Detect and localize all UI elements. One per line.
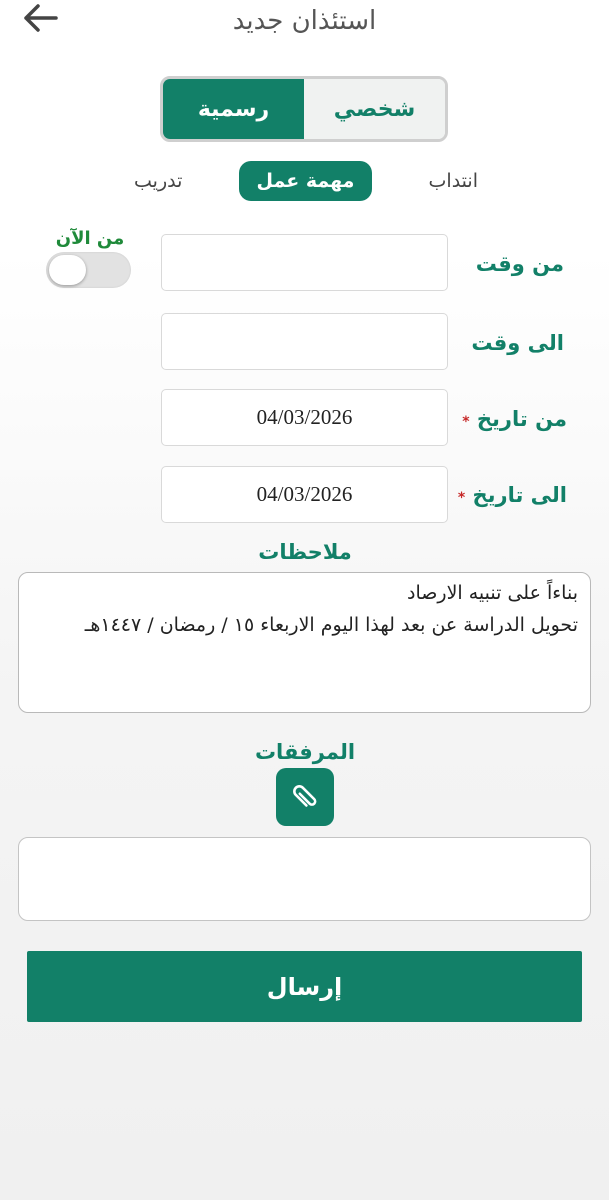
to-date-label: الى تاريخ * <box>458 483 567 507</box>
switch-knob <box>49 255 86 285</box>
notes-label: ملاحظات <box>258 540 352 564</box>
to-time-field[interactable] <box>161 313 448 370</box>
from-date-label: من تاريخ * <box>462 407 567 431</box>
attachments-box[interactable] <box>18 837 591 921</box>
from-now-label: من الآن <box>55 228 125 249</box>
submit-button[interactable]: إرسال <box>27 951 582 1022</box>
category-chip-secondment[interactable]: انتداب <box>415 162 492 200</box>
from-now-switch[interactable] <box>46 252 131 288</box>
from-date-field[interactable]: 04/03/2026 <box>161 389 448 446</box>
notes-textarea[interactable]: بناءاً على تنبيه الارصاد تحويل الدراسة ع… <box>18 572 591 713</box>
category-chip-training[interactable]: تدريب <box>120 162 196 200</box>
from-time-field[interactable] <box>161 234 448 291</box>
required-mark: * <box>462 414 470 430</box>
attachments-label: المرفقات <box>254 740 356 764</box>
from-time-label: من وقت <box>475 252 564 276</box>
page-title: استئذان جديد <box>232 6 377 36</box>
paperclip-icon <box>293 785 317 807</box>
from-date-label-text: من تاريخ <box>476 407 567 431</box>
type-option-official[interactable]: رسمية <box>163 79 304 139</box>
required-mark: * <box>457 490 466 506</box>
attach-button[interactable] <box>276 768 334 826</box>
to-date-field[interactable]: 04/03/2026 <box>161 466 448 523</box>
category-chip-work-assignment[interactable]: مهمة عمل <box>238 161 373 201</box>
type-option-personal[interactable]: شخصي <box>304 79 445 139</box>
to-date-label-text: الى تاريخ <box>472 483 567 507</box>
to-time-label: الى وقت <box>471 331 564 355</box>
type-toggle: رسمية شخصي <box>160 76 448 142</box>
category-selector: انتداب مهمة عمل تدريب <box>120 158 492 204</box>
